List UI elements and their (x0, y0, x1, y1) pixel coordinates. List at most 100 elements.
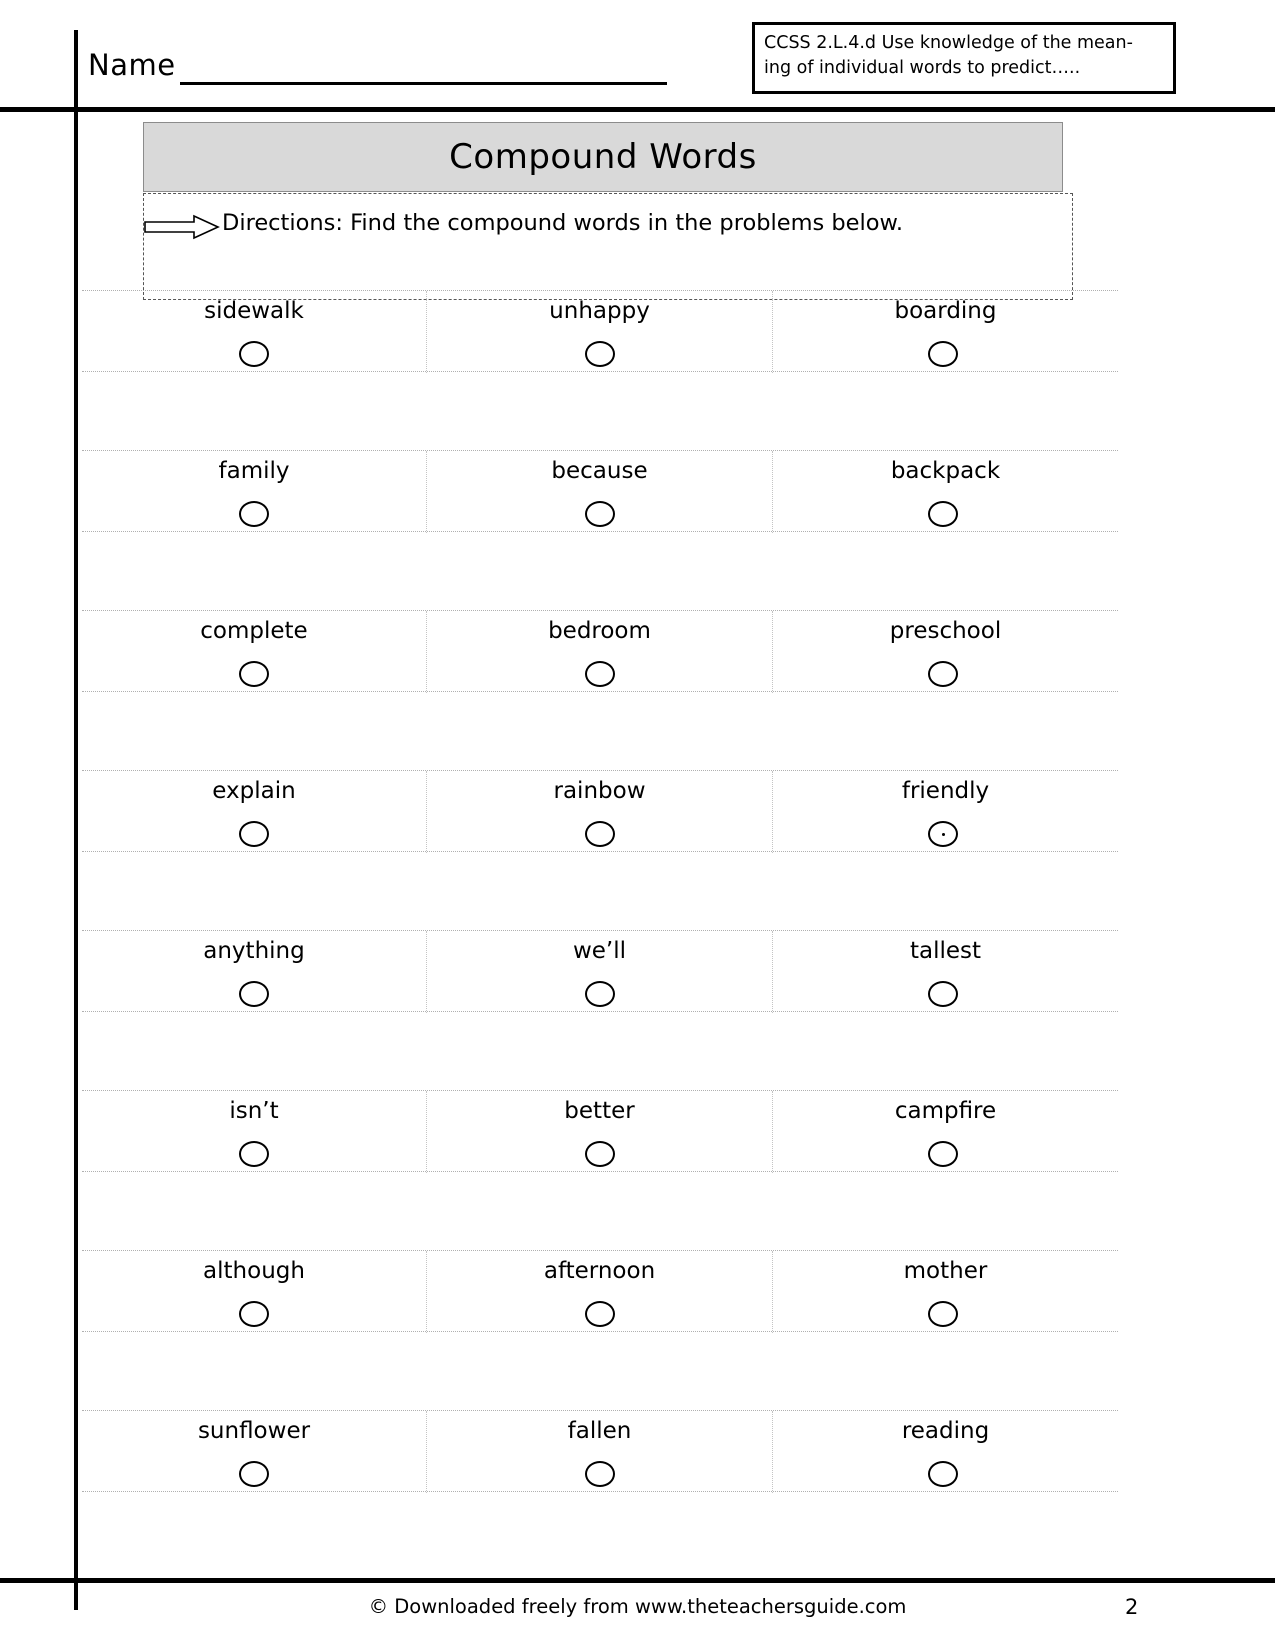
worksheet-page: Name CCSS 2.L.4.d Use knowledge of the m… (0, 0, 1275, 1650)
answer-bubble[interactable] (239, 821, 269, 847)
problem-row: although afternoon mother (82, 1250, 1118, 1410)
problem-row: complete bedroom preschool (82, 610, 1118, 770)
problem-cell[interactable]: sunflower (82, 1411, 427, 1493)
problem-row: family because backpack (82, 450, 1118, 610)
problem-cell[interactable]: friendly (773, 771, 1118, 853)
answer-bubble[interactable] (928, 341, 958, 367)
problem-word: unhappy (549, 298, 650, 324)
answer-bubble[interactable] (239, 981, 269, 1007)
problem-cell[interactable]: reading (773, 1411, 1118, 1493)
ccss-line-2: ing of individual words to predict….. (764, 58, 1081, 78)
answer-bubble[interactable] (239, 1141, 269, 1167)
answer-bubble[interactable] (928, 1461, 958, 1487)
problem-row: sidewalk unhappy boarding (82, 290, 1118, 450)
problem-word: isn’t (229, 1098, 279, 1124)
answer-bubble[interactable] (585, 341, 615, 367)
header-divider-rule (0, 107, 1275, 112)
problem-word: backpack (890, 458, 1001, 484)
problem-cell[interactable]: rainbow (427, 771, 773, 853)
answer-bubble[interactable] (928, 1301, 958, 1327)
answer-bubble[interactable] (928, 821, 958, 847)
answer-bubble[interactable] (239, 341, 269, 367)
problem-cell[interactable]: family (82, 451, 427, 533)
problem-word: mother (903, 1258, 988, 1284)
problem-row-band: sunflower fallen reading (82, 1410, 1118, 1493)
problem-row-band: explain rainbow friendly (82, 770, 1118, 853)
answer-bubble[interactable] (928, 661, 958, 687)
problem-row-band: sidewalk unhappy boarding (82, 290, 1118, 373)
problem-word: fallen (567, 1418, 632, 1444)
name-label: Name (88, 48, 176, 82)
problem-word: tallest (909, 938, 982, 964)
worksheet-header: Name CCSS 2.L.4.d Use knowledge of the m… (0, 0, 1275, 110)
problem-word: bedroom (548, 618, 651, 644)
right-arrow-outline-icon (144, 214, 220, 240)
problem-word: because (551, 458, 648, 484)
problem-cell[interactable]: we’ll (427, 931, 773, 1013)
problem-cell[interactable]: complete (82, 611, 427, 693)
answer-bubble[interactable] (928, 1141, 958, 1167)
answer-bubble[interactable] (928, 981, 958, 1007)
problem-word: friendly (901, 778, 990, 804)
problem-cell[interactable]: better (427, 1091, 773, 1173)
problem-cell[interactable]: boarding (773, 291, 1118, 373)
problem-word: afternoon (543, 1258, 656, 1284)
problem-word: anything (203, 938, 305, 964)
footer-credit: © Downloaded freely from www.theteachers… (368, 1595, 907, 1618)
problem-word: campfire (894, 1098, 997, 1124)
answer-bubble[interactable] (585, 1301, 615, 1327)
problem-row-band: although afternoon mother (82, 1250, 1118, 1333)
problem-cell[interactable]: explain (82, 771, 427, 853)
problem-cell[interactable]: backpack (773, 451, 1118, 533)
problem-row-band: family because backpack (82, 450, 1118, 533)
problem-cell[interactable]: fallen (427, 1411, 773, 1493)
answer-bubble[interactable] (585, 981, 615, 1007)
directions-box: Directions: Find the compound words in t… (143, 193, 1073, 300)
problem-row: sunflower fallen reading (82, 1410, 1118, 1570)
problem-word: we’ll (572, 938, 627, 964)
answer-bubble[interactable] (585, 501, 615, 527)
problem-word: explain (212, 778, 296, 804)
problem-cell[interactable]: tallest (773, 931, 1118, 1013)
problem-row: explain rainbow friendly (82, 770, 1118, 930)
page-title: Compound Words (449, 137, 757, 177)
problem-grid: sidewalk unhappy boarding family because… (82, 290, 1118, 1570)
answer-bubble[interactable] (585, 661, 615, 687)
problem-row-band: anything we’ll tallest (82, 930, 1118, 1013)
problem-cell[interactable]: because (427, 451, 773, 533)
problem-word: better (564, 1098, 635, 1124)
problem-word: sunflower (197, 1418, 311, 1444)
problem-cell[interactable]: sidewalk (82, 291, 427, 373)
problem-cell[interactable]: mother (773, 1251, 1118, 1333)
problem-row: anything we’ll tallest (82, 930, 1118, 1090)
page-number: 2 (1125, 1595, 1139, 1619)
ccss-line-1: CCSS 2.L.4.d Use knowledge of the mean- (764, 33, 1133, 53)
worksheet-title-banner: Compound Words (143, 122, 1063, 192)
left-margin-rule (74, 30, 78, 1610)
answer-bubble[interactable] (239, 1461, 269, 1487)
problem-cell[interactable]: although (82, 1251, 427, 1333)
answer-bubble[interactable] (239, 661, 269, 687)
answer-bubble[interactable] (585, 1141, 615, 1167)
problem-cell[interactable]: afternoon (427, 1251, 773, 1333)
problem-row-band: isn’t better campfire (82, 1090, 1118, 1173)
problem-word: family (218, 458, 290, 484)
problem-cell[interactable]: isn’t (82, 1091, 427, 1173)
problem-word: reading (901, 1418, 990, 1444)
answer-bubble[interactable] (928, 501, 958, 527)
problem-word: although (203, 1258, 305, 1284)
answer-bubble[interactable] (585, 1461, 615, 1487)
problem-cell[interactable]: unhappy (427, 291, 773, 373)
problem-word: complete (200, 618, 308, 644)
answer-bubble[interactable] (239, 1301, 269, 1327)
problem-cell[interactable]: anything (82, 931, 427, 1013)
name-write-line[interactable] (180, 82, 667, 85)
bubble-mark (941, 832, 945, 836)
answer-bubble[interactable] (239, 501, 269, 527)
problem-cell[interactable]: preschool (773, 611, 1118, 693)
ccss-standard-box: CCSS 2.L.4.d Use knowledge of the mean- … (752, 22, 1176, 94)
footer-divider-rule (0, 1578, 1275, 1583)
answer-bubble[interactable] (585, 821, 615, 847)
problem-cell[interactable]: bedroom (427, 611, 773, 693)
problem-cell[interactable]: campfire (773, 1091, 1118, 1173)
